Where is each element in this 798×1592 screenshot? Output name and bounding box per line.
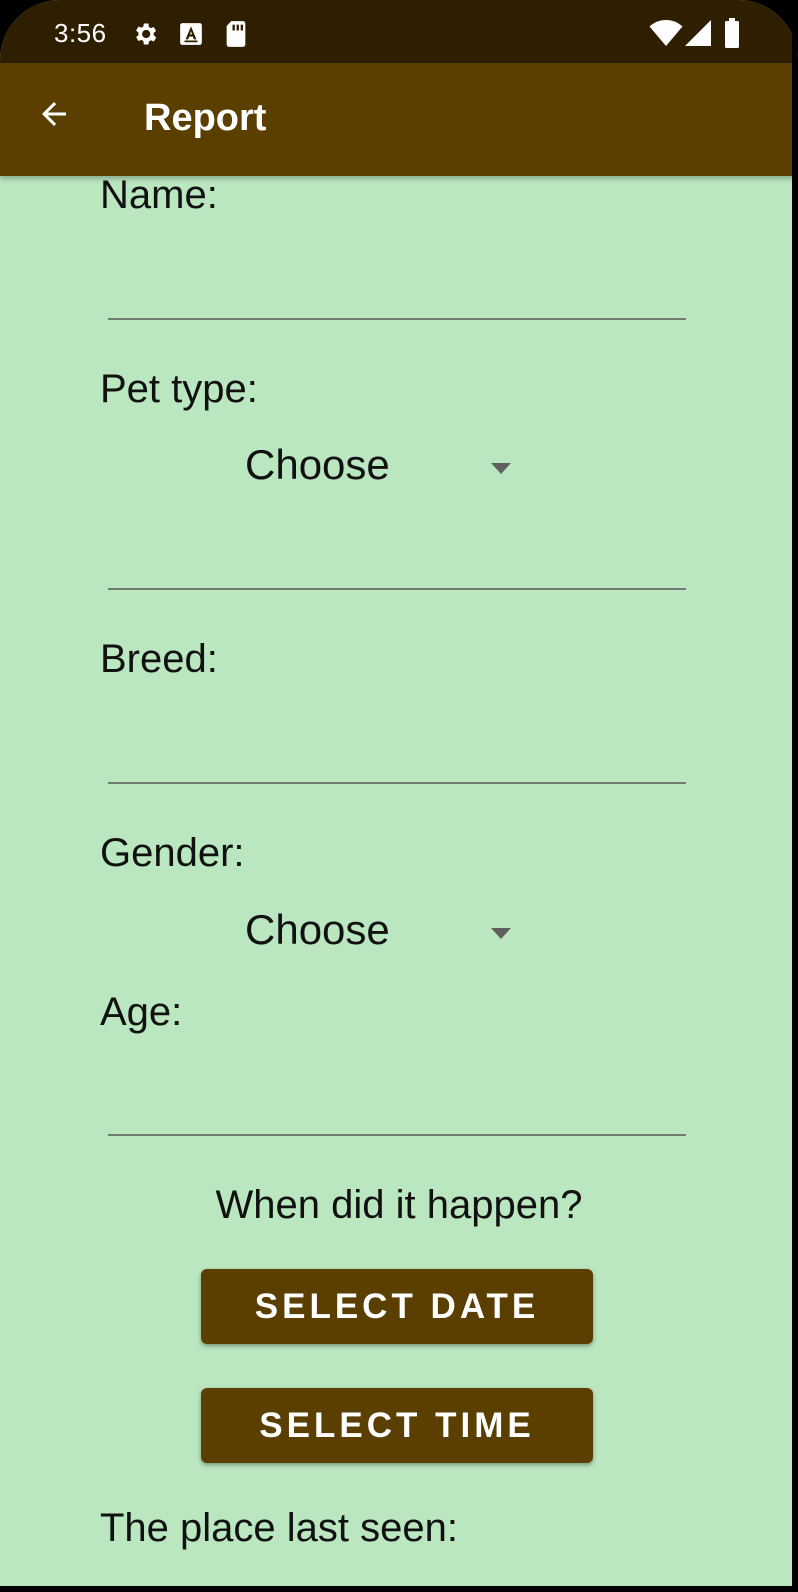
breed-field[interactable] xyxy=(108,700,686,782)
gender-selected: Choose xyxy=(245,906,390,953)
settings-icon xyxy=(131,20,159,53)
select-date-button[interactable]: SELECT DATE xyxy=(201,1269,593,1344)
status-bar: 3:56 xyxy=(0,0,798,63)
place-last-seen-label: The place last seen: xyxy=(100,1506,458,1550)
wifi-icon xyxy=(649,19,683,52)
page-title: Report xyxy=(144,97,267,139)
arrow-back-icon xyxy=(36,96,72,137)
age-field[interactable] xyxy=(108,1050,686,1135)
dropdown-arrow-icon xyxy=(491,928,511,939)
app-screen: 3:56 Report Name: Pet type: Choose Breed… xyxy=(0,0,798,1592)
device-frame xyxy=(792,0,798,1592)
dropdown-arrow-icon xyxy=(491,463,511,474)
sd-card-icon xyxy=(224,20,248,53)
pet-type-dropdown[interactable]: Choose xyxy=(245,441,525,501)
back-button[interactable] xyxy=(26,88,82,144)
app-bar: Report xyxy=(0,63,798,176)
battery-icon xyxy=(724,18,740,53)
age-field-underline xyxy=(108,1134,686,1136)
pet-type-selected: Choose xyxy=(245,441,390,488)
signal-icon xyxy=(684,19,712,52)
gender-label: Gender: xyxy=(100,831,245,875)
device-frame xyxy=(0,1586,798,1592)
select-time-button[interactable]: SELECT TIME xyxy=(201,1388,593,1463)
name-field[interactable] xyxy=(108,240,686,320)
name-label: Name: xyxy=(100,173,218,217)
name-field-underline xyxy=(108,318,686,320)
status-time: 3:56 xyxy=(54,18,107,48)
age-label: Age: xyxy=(100,990,183,1034)
pet-type-label: Pet type: xyxy=(100,367,258,411)
pet-type-underline xyxy=(108,588,686,590)
a-keyboard-icon xyxy=(178,21,204,52)
breed-label: Breed: xyxy=(100,637,218,681)
gender-dropdown[interactable]: Choose xyxy=(245,906,525,966)
breed-field-underline xyxy=(108,782,686,784)
when-question: When did it happen? xyxy=(215,1183,583,1227)
